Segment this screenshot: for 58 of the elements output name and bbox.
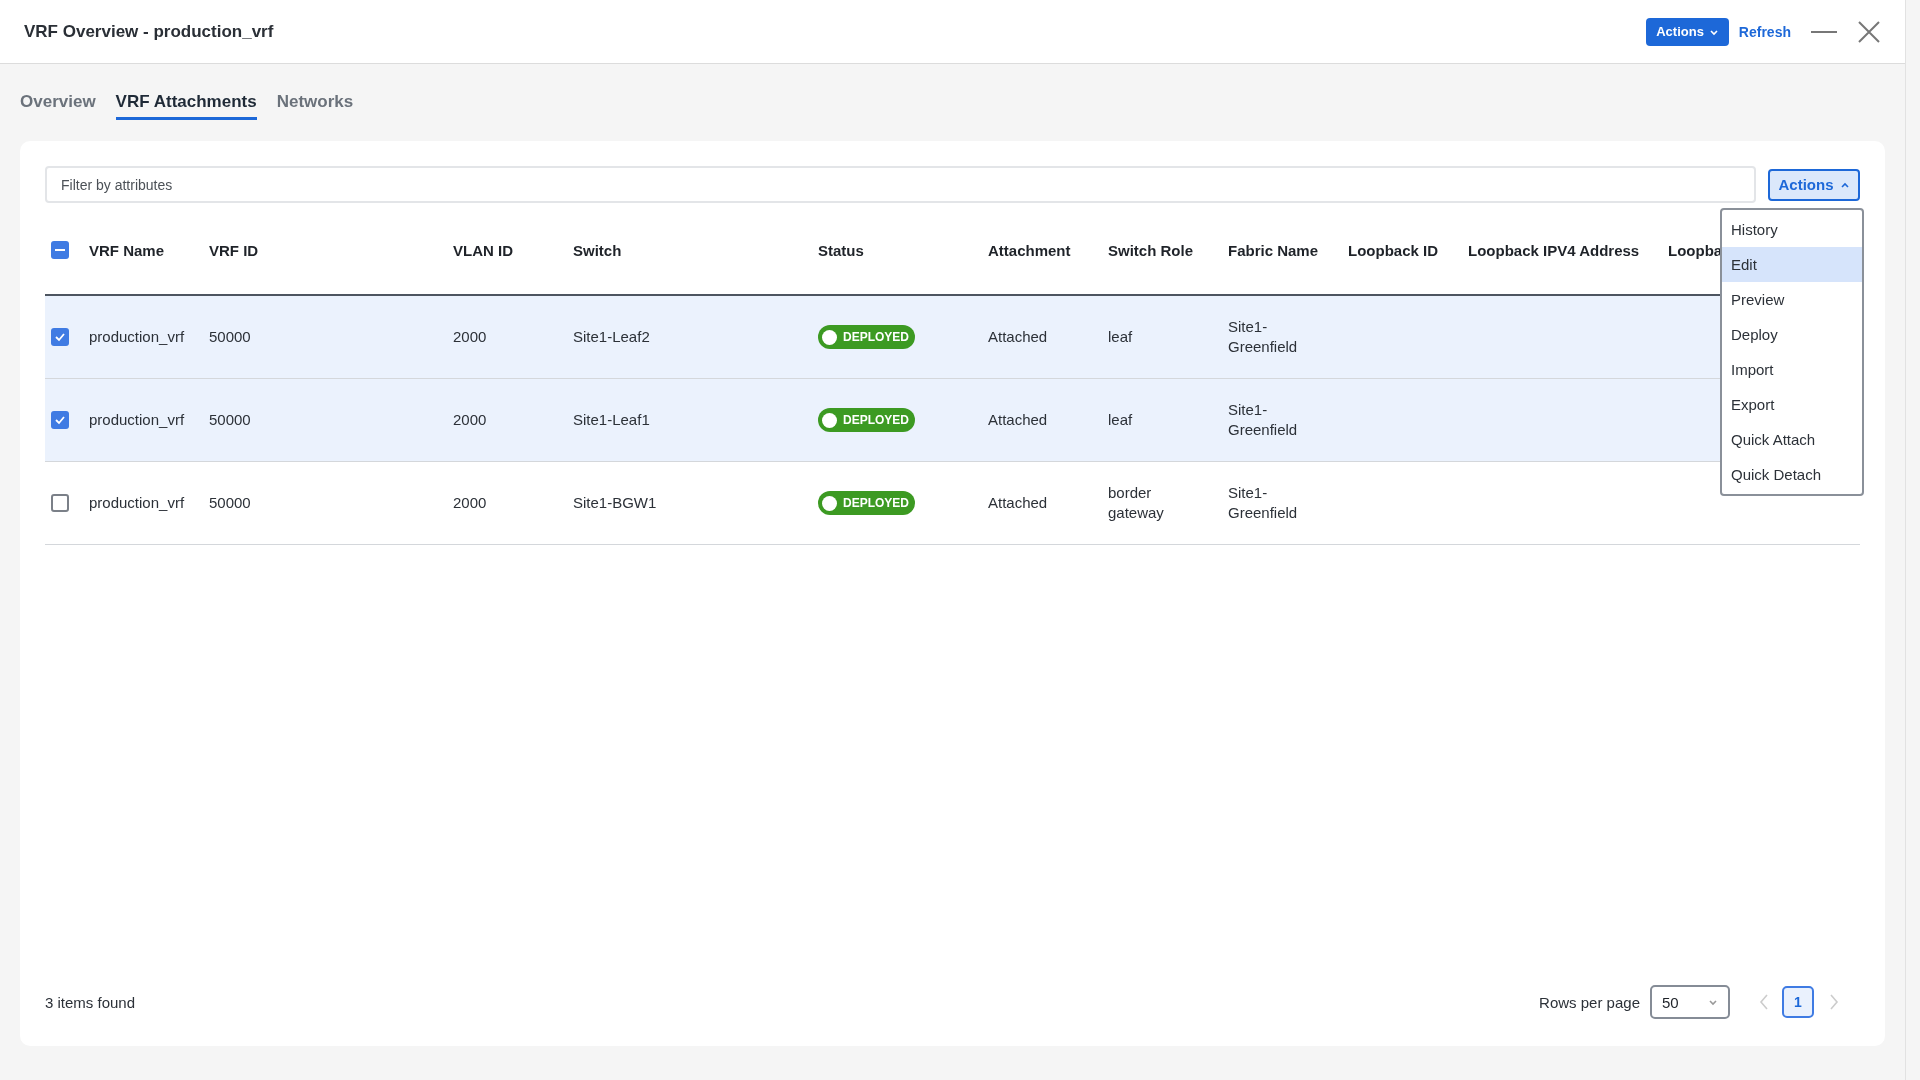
column-header: Loopback IPV4 Address (1468, 241, 1641, 259)
tab[interactable]: VRF Attachments (115, 90, 257, 120)
column-header: Status (818, 241, 865, 259)
actions-button[interactable]: Actions (1646, 17, 1729, 46)
refresh-link[interactable]: Refresh (1738, 23, 1791, 40)
menu-item[interactable]: Edit (1722, 247, 1862, 282)
table-cell-text: leaf (1108, 327, 1134, 347)
table-cell-text: Attached (988, 410, 1049, 430)
check-icon (54, 414, 66, 426)
table-cell-text: 50000 (209, 410, 252, 430)
status-badge: DEPLOYED (818, 325, 915, 349)
table-cell-text: Attached (988, 493, 1049, 513)
table-cell-text: Site1-BGW1 (573, 493, 658, 513)
column-header: Loopba (1668, 241, 1724, 259)
table-cell-text: border gateway (1108, 483, 1165, 523)
column-header: Switch (573, 241, 623, 259)
page-button[interactable]: 1 (1782, 986, 1814, 1018)
rows-per-page-label: Rows per page (1539, 993, 1640, 1011)
table-cell-text: Site1- Greenfield (1228, 483, 1299, 523)
column-header: Switch Role (1108, 241, 1194, 259)
window-title: VRF Overview - production_vrf (24, 21, 275, 42)
column-header: VRF ID (209, 241, 260, 259)
column-header: Fabric Name (1228, 241, 1320, 259)
table-cell-text: Site1- Greenfield (1228, 317, 1299, 357)
close-button[interactable] (1857, 19, 1881, 44)
actions-button[interactable]: Actions (1768, 168, 1860, 201)
tab[interactable]: Networks (276, 90, 354, 120)
minimize-icon (1811, 30, 1837, 33)
table-cell-text: Site1-Leaf1 (573, 410, 651, 430)
table-cell-text: 2000 (453, 327, 488, 347)
column-header: Loopback ID (1348, 241, 1439, 259)
table-cell-text: 50000 (209, 327, 252, 347)
minimize-button[interactable] (1811, 30, 1837, 33)
status-badge: DEPLOYED (818, 408, 915, 432)
row-checkbox[interactable] (51, 411, 69, 429)
table-cell-text: 2000 (453, 410, 488, 430)
column-header: Attachment (988, 241, 1072, 259)
rows-per-page-select[interactable]: 50 (1650, 985, 1730, 1019)
select-all-checkbox[interactable] (51, 241, 69, 259)
column-header: VRF Name (89, 241, 166, 259)
tab[interactable]: Overview (20, 90, 96, 120)
table-cell-text: 2000 (453, 493, 488, 513)
table-cell-text: Site1-Leaf2 (573, 327, 651, 347)
table-cell-text: leaf (1108, 410, 1134, 430)
check-icon (54, 331, 66, 343)
table-cell-text: Attached (988, 327, 1049, 347)
row-checkbox[interactable] (51, 494, 69, 512)
table-cell-text: 50000 (209, 493, 252, 513)
row-checkbox[interactable] (51, 328, 69, 346)
table-cell-text: Site1- Greenfield (1228, 400, 1299, 440)
status-badge: DEPLOYED (818, 491, 915, 515)
caret-icon (1708, 997, 1718, 1007)
table-cell-text: production_vrf (89, 410, 186, 430)
items-count: 3 items found (45, 993, 137, 1011)
table-cell-text: production_vrf (89, 493, 186, 513)
filter-field[interactable]: Filter by attributes (45, 166, 1756, 203)
column-header: VLAN ID (453, 241, 514, 259)
table-cell-text: production_vrf (89, 327, 186, 347)
